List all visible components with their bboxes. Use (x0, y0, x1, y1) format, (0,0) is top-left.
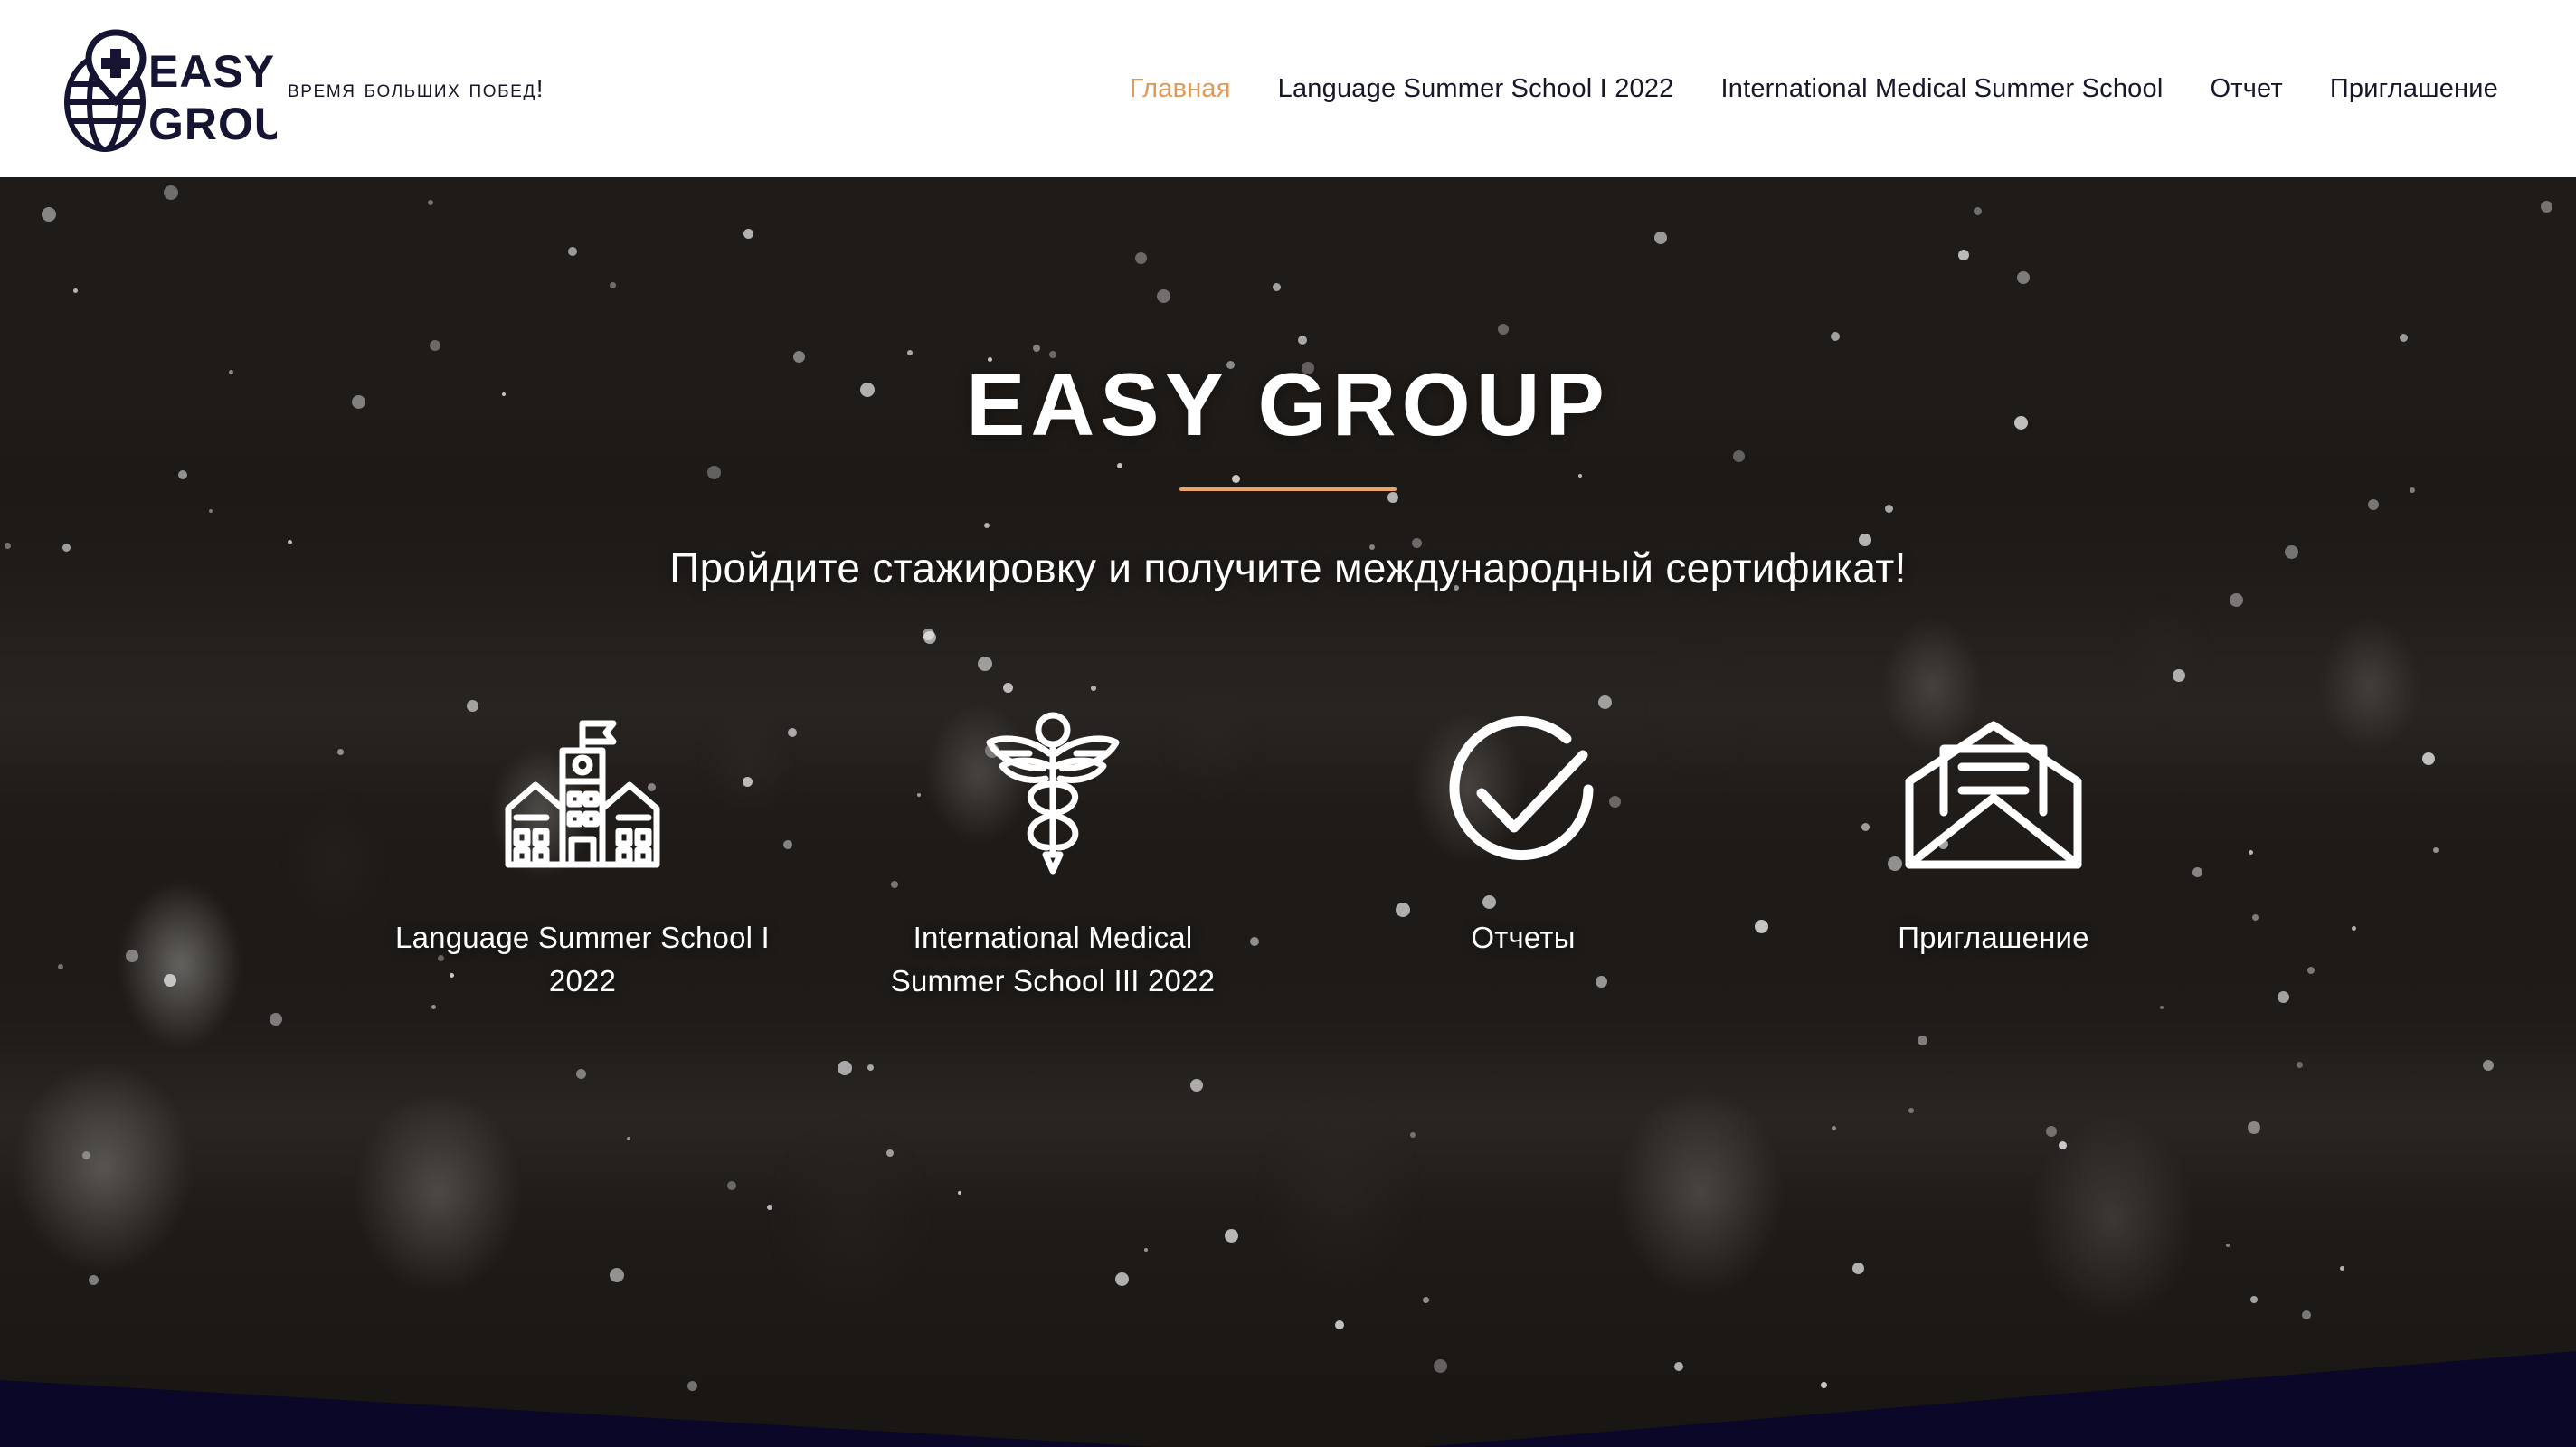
caduceus-medical-icon (971, 705, 1134, 885)
nav-item-otchet[interactable]: Отчет (2186, 67, 2306, 111)
hero-section: EASY GROUP Пройдите стажировку и получит… (0, 177, 2576, 1447)
feature-international-medical-summer-school[interactable]: International Medical Summer School III … (818, 705, 1288, 1003)
school-building-icon (492, 705, 673, 885)
nav-item-international-medical-summer-school[interactable]: International Medical Summer School (1698, 67, 2187, 111)
feature-label: Language Summer School I 2022 (395, 920, 770, 998)
main-navigation: Главная Language Summer School I 2022 In… (1106, 67, 2522, 111)
nav-item-glavnaya[interactable]: Главная (1106, 67, 1255, 111)
bottom-navy-shape (0, 1351, 2576, 1447)
feature-language-summer-school[interactable]: Language Summer School I 2022 (347, 705, 818, 1003)
check-circle-icon (1435, 705, 1612, 885)
feature-label: Отчеты (1471, 920, 1576, 954)
logo-text-group: GROUP (148, 99, 277, 149)
feature-label: International Medical Summer School III … (890, 920, 1216, 998)
easy-group-globe-pin-logo: EASY GROUP (64, 29, 277, 152)
feature-label: Приглашение (1898, 920, 2089, 954)
feature-links: Language Summer School I 2022 Internatio… (0, 705, 2576, 1003)
nav-item-language-summer-school[interactable]: Language Summer School I 2022 (1255, 67, 1698, 111)
feature-priglashenie[interactable]: Приглашение (1758, 705, 2229, 1003)
open-envelope-icon (1897, 705, 2091, 885)
hero-divider-rule (1179, 487, 1397, 491)
nav-item-priglashenie[interactable]: Приглашение (2306, 67, 2522, 111)
logo-text-easy: EASY (148, 46, 275, 97)
hero-title: EASY GROUP (966, 355, 1610, 454)
site-header: EASY GROUP Время больших побед! Главная … (0, 0, 2576, 177)
header-tagline: Время больших побед! (288, 74, 545, 102)
feature-otchety[interactable]: Отчеты (1288, 705, 1758, 1003)
logo[interactable]: EASY GROUP (51, 16, 277, 161)
hero-subtitle: Пройдите стажировку и получите междунаро… (669, 544, 1907, 591)
